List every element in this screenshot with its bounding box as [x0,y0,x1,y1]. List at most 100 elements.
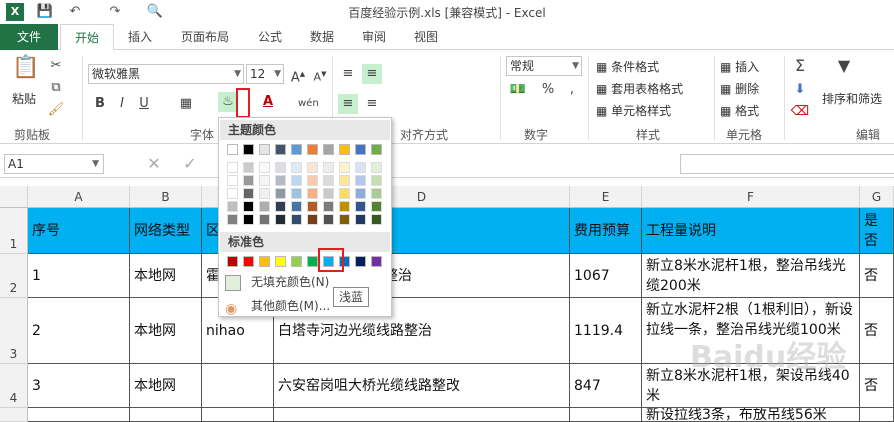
theme-color-swatch[interactable] [323,144,334,155]
theme-shade-swatch[interactable] [307,214,318,225]
percent-icon[interactable]: % [538,80,558,100]
table-cell[interactable]: 1119.4 [570,298,642,364]
theme-shade-swatch[interactable] [243,201,254,212]
table-cell[interactable]: 新立8米水泥杆1根，整治吊线光缆200米 [642,254,860,298]
theme-shade-swatch[interactable] [259,162,270,173]
theme-shade-swatch[interactable] [323,175,334,186]
table-cell[interactable] [28,408,130,422]
paste-icon[interactable]: 📋 [12,57,40,88]
column-header-e[interactable]: E [570,186,642,208]
font-name-combo[interactable]: 微软雅黑 ▼ [88,64,244,84]
theme-shade-swatch[interactable] [275,162,286,173]
theme-color-swatch[interactable] [307,144,318,155]
row-header-5[interactable] [0,408,28,422]
enter-icon[interactable]: ✓ [180,154,200,174]
theme-shade-swatch[interactable] [243,214,254,225]
table-cell[interactable]: 否 [860,364,894,408]
theme-shade-swatch[interactable] [355,188,366,199]
table-cell[interactable]: 1067 [570,254,642,298]
theme-color-swatch[interactable] [275,144,286,155]
border-icon[interactable]: ▦ [176,94,196,114]
theme-shade-swatch[interactable] [243,162,254,173]
theme-shade-swatch[interactable] [243,188,254,199]
theme-shade-swatch[interactable] [275,214,286,225]
table-cell[interactable]: 847 [570,364,642,408]
align-top-icon[interactable]: ≡ [338,64,358,84]
table-cell[interactable] [202,408,274,422]
sort-filter-button[interactable]: 排序和筛选 [822,90,882,107]
table-cell[interactable]: 否 [860,298,894,364]
theme-shade-swatch[interactable] [355,175,366,186]
table-cell[interactable] [202,364,274,408]
standard-color-swatch[interactable] [243,256,254,267]
theme-color-swatch[interactable] [355,144,366,155]
chevron-down-icon[interactable]: ▼ [572,57,579,75]
theme-color-swatch[interactable] [243,144,254,155]
fill-color-icon[interactable]: ♨ [218,92,238,112]
table-cell[interactable] [860,408,894,422]
theme-shade-swatch[interactable] [259,214,270,225]
chevron-down-icon[interactable]: ▼ [234,65,241,83]
theme-shade-swatch[interactable] [355,214,366,225]
align-left-icon[interactable]: ≡ [338,94,358,114]
table-cell[interactable]: 本地网 [130,364,202,408]
table-cell[interactable]: 本地网 [130,298,202,364]
header-cell-seq[interactable]: 序号 [28,208,130,254]
theme-shade-swatch[interactable] [355,162,366,173]
theme-shade-swatch[interactable] [307,175,318,186]
standard-color-swatch[interactable] [371,256,382,267]
cell-styles-button[interactable]: ▦ 单元格样式 [596,102,671,119]
increase-font-icon[interactable]: A▲ [288,64,308,85]
formula-input[interactable] [680,154,894,174]
tab-page-layout[interactable]: 页面布局 [172,24,238,50]
standard-color-swatch[interactable] [307,256,318,267]
theme-shade-swatch[interactable] [371,188,382,199]
theme-shade-swatch[interactable] [291,201,302,212]
theme-shade-swatch[interactable] [259,188,270,199]
row-header-1[interactable]: 1 [0,208,28,254]
theme-shade-swatch[interactable] [339,188,350,199]
column-header-g[interactable]: G [860,186,894,208]
comma-icon[interactable]: , [562,80,582,100]
column-header-a[interactable]: A [28,186,130,208]
chevron-down-icon[interactable]: ▼ [92,155,99,173]
paste-button[interactable]: 粘贴 [12,90,36,107]
tab-insert[interactable]: 插入 [118,24,162,50]
theme-shade-swatch[interactable] [227,188,238,199]
theme-shade-swatch[interactable] [371,201,382,212]
table-cell[interactable] [130,408,202,422]
insert-button[interactable]: ▦ 插入 [720,58,759,75]
column-header-b[interactable]: B [130,186,202,208]
theme-shade-swatch[interactable] [307,188,318,199]
fill-dropdown-highlight[interactable] [236,88,250,118]
standard-color-swatch[interactable] [227,256,238,267]
conditional-format-button[interactable]: ▦ 条件格式 [596,58,659,75]
table-cell[interactable]: 1 [28,254,130,298]
tab-data[interactable]: 数据 [302,24,342,50]
copy-icon[interactable]: ⧉ [46,78,66,98]
header-cell-network-type[interactable]: 网络类型 [130,208,202,254]
theme-shade-swatch[interactable] [339,162,350,173]
no-fill-option[interactable]: 无填充颜色(N) [225,272,329,292]
italic-button[interactable]: I [112,94,132,114]
theme-shade-swatch[interactable] [275,188,286,199]
theme-shade-swatch[interactable] [275,175,286,186]
theme-shade-swatch[interactable] [307,162,318,173]
light-blue-highlight[interactable] [318,248,344,272]
theme-color-swatch[interactable] [291,144,302,155]
theme-shade-swatch[interactable] [243,175,254,186]
underline-button[interactable]: U [134,94,154,114]
align-center-icon[interactable]: ≡ [362,94,382,114]
theme-color-swatch[interactable] [371,144,382,155]
header-cell-flag[interactable]: 是否 [860,208,894,254]
theme-shade-swatch[interactable] [307,201,318,212]
theme-shade-swatch[interactable] [227,214,238,225]
theme-shade-swatch[interactable] [355,201,366,212]
chevron-down-icon[interactable]: ▼ [274,65,281,83]
header-cell-work-description[interactable]: 工程量说明 [642,208,860,254]
sort-filter-icon[interactable]: ▼ [834,56,854,76]
column-header-f[interactable]: F [642,186,860,208]
theme-shade-swatch[interactable] [227,162,238,173]
format-painter-icon[interactable]: 🖌 [46,100,66,120]
table-format-button[interactable]: ▦ 套用表格格式 [596,80,683,97]
